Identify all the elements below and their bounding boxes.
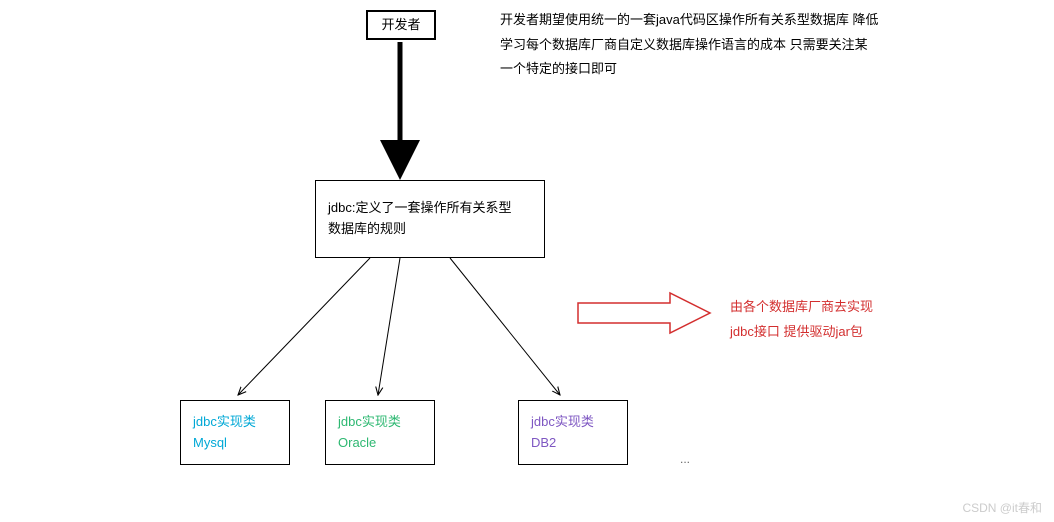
arrow-jdbc-to-db2 <box>450 258 560 395</box>
impl-mysql-line1: jdbc实现类 <box>193 412 277 433</box>
impl-db2-box: jdbc实现类 DB2 <box>518 400 628 465</box>
impl-oracle-line2: Oracle <box>338 433 422 454</box>
impl-oracle-box: jdbc实现类 Oracle <box>325 400 435 465</box>
ellipsis-text: ... <box>680 452 690 466</box>
vendor-note-text: 由各个数据库厂商去实现jdbc接口 提供驱动jar包 <box>730 295 880 344</box>
developer-box: 开发者 <box>366 10 436 40</box>
description-text: 开发者期望使用统一的一套java代码区操作所有关系型数据库 降低学习每个数据库厂… <box>500 8 880 82</box>
impl-oracle-line1: jdbc实现类 <box>338 412 422 433</box>
developer-label: 开发者 <box>372 15 430 36</box>
arrow-jdbc-to-oracle <box>378 258 400 395</box>
arrow-jdbc-to-mysql <box>238 258 370 395</box>
jdbc-definition-box: jdbc:定义了一套操作所有关系型 数据库的规则 <box>315 180 545 258</box>
jdbc-def-line1: jdbc:定义了一套操作所有关系型 <box>328 198 532 219</box>
jdbc-def-line2: 数据库的规则 <box>328 219 532 240</box>
impl-db2-line2: DB2 <box>531 433 615 454</box>
watermark-text: CSDN @it春和 <box>962 499 1042 516</box>
arrow-vendor-note <box>578 293 710 333</box>
impl-mysql-line2: Mysql <box>193 433 277 454</box>
impl-db2-line1: jdbc实现类 <box>531 412 615 433</box>
impl-mysql-box: jdbc实现类 Mysql <box>180 400 290 465</box>
